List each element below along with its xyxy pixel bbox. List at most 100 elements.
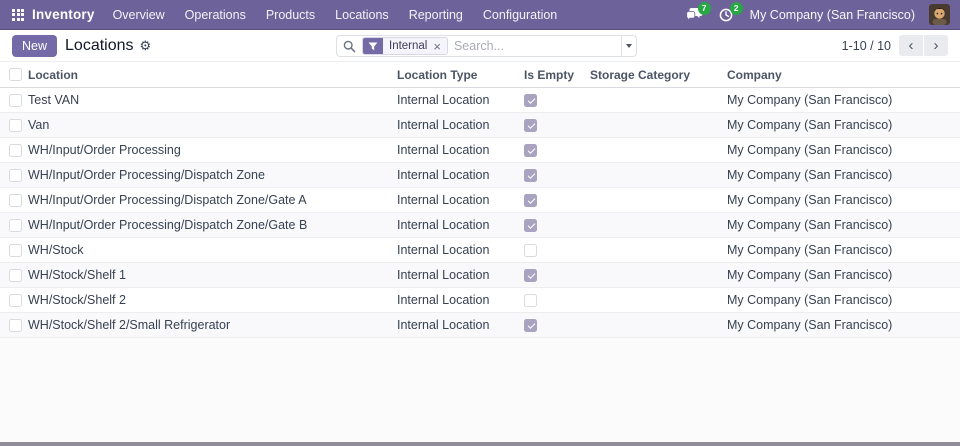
table-row[interactable]: WH/Stock/Shelf 1 Internal Location My Co… (0, 263, 960, 288)
messages-badge: 7 (698, 2, 711, 15)
table-row[interactable]: WH/Input/Order Processing Internal Locat… (0, 138, 960, 163)
company-cell: My Company (San Francisco) (727, 93, 960, 107)
pager-previous-button[interactable]: ‹ (899, 35, 923, 56)
app-name[interactable]: Inventory (32, 7, 95, 22)
location-type-cell: Internal Location (397, 168, 524, 182)
search-options-toggle[interactable] (621, 35, 637, 57)
avatar-image (929, 4, 950, 25)
is-empty-checkbox (524, 244, 537, 257)
location-cell: WH/Input/Order Processing (28, 143, 397, 157)
search-bar: Internal × (336, 35, 637, 57)
location-type-cell: Internal Location (397, 318, 524, 332)
apps-menu-icon[interactable] (12, 9, 24, 21)
location-cell: WH/Stock/Shelf 1 (28, 268, 397, 282)
row-select-checkbox[interactable] (9, 319, 22, 332)
table-row[interactable]: Van Internal Location My Company (San Fr… (0, 113, 960, 138)
row-select-checkbox[interactable] (9, 144, 22, 157)
row-select-checkbox[interactable] (9, 244, 22, 257)
filter-facet-internal[interactable]: Internal × (362, 37, 448, 55)
table-row[interactable]: Test VAN Internal Location My Company (S… (0, 88, 960, 113)
company-cell: My Company (San Francisco) (727, 268, 960, 282)
company-cell: My Company (San Francisco) (727, 243, 960, 257)
table-row[interactable]: WH/Input/Order Processing/Dispatch Zone/… (0, 188, 960, 213)
location-cell: WH/Stock (28, 243, 397, 257)
pager-next-button[interactable]: › (924, 35, 948, 56)
menu-products[interactable]: Products (266, 8, 315, 22)
location-type-cell: Internal Location (397, 243, 524, 257)
row-select-checkbox[interactable] (9, 219, 22, 232)
location-cell: WH/Input/Order Processing/Dispatch Zone (28, 168, 397, 182)
table-row[interactable]: WH/Stock/Shelf 2/Small Refrigerator Inte… (0, 313, 960, 338)
company-cell: My Company (San Francisco) (727, 118, 960, 132)
column-header-location[interactable]: Location (28, 68, 397, 82)
menu-locations[interactable]: Locations (335, 8, 389, 22)
is-empty-checkbox (524, 94, 537, 107)
is-empty-checkbox (524, 294, 537, 307)
empty-content-area (0, 338, 960, 442)
company-switcher[interactable]: My Company (San Francisco) (750, 8, 915, 22)
select-all-checkbox[interactable] (9, 68, 22, 81)
row-select-checkbox[interactable] (9, 169, 22, 182)
location-cell: Van (28, 118, 397, 132)
location-cell: WH/Stock/Shelf 2/Small Refrigerator (28, 318, 397, 332)
activities-badge: 2 (730, 2, 743, 15)
column-header-location-type[interactable]: Location Type (397, 68, 524, 82)
search-icon (343, 40, 356, 53)
breadcrumb: Locations ⚙ (65, 37, 151, 55)
location-type-cell: Internal Location (397, 268, 524, 282)
bottom-scrollbar[interactable] (0, 442, 960, 446)
location-type-cell: Internal Location (397, 93, 524, 107)
is-empty-checkbox (524, 219, 537, 232)
facet-remove-icon[interactable]: × (433, 40, 441, 53)
search-input[interactable] (454, 39, 615, 53)
row-select-checkbox[interactable] (9, 294, 22, 307)
control-panel: New Locations ⚙ Internal × (0, 30, 960, 62)
funnel-icon (363, 38, 383, 54)
page-title: Locations (65, 37, 134, 55)
table-header-row: Location Location Type Is Empty Storage … (0, 62, 960, 88)
caret-down-icon (626, 44, 632, 48)
column-header-is-empty[interactable]: Is Empty (524, 68, 590, 82)
is-empty-checkbox (524, 144, 537, 157)
locations-list: Location Location Type Is Empty Storage … (0, 62, 960, 338)
is-empty-checkbox (524, 169, 537, 182)
user-avatar[interactable] (929, 4, 950, 25)
row-select-checkbox[interactable] (9, 119, 22, 132)
row-select-checkbox[interactable] (9, 194, 22, 207)
location-cell: WH/Stock/Shelf 2 (28, 293, 397, 307)
table-row[interactable]: WH/Stock/Shelf 2 Internal Location My Co… (0, 288, 960, 313)
row-select-checkbox[interactable] (9, 94, 22, 107)
activities-button[interactable]: 2 (718, 7, 736, 23)
pager: 1-10 / 10 ‹ › (842, 35, 948, 56)
is-empty-checkbox (524, 319, 537, 332)
search-box[interactable]: Internal × (336, 35, 621, 57)
location-type-cell: Internal Location (397, 143, 524, 157)
company-cell: My Company (San Francisco) (727, 293, 960, 307)
is-empty-checkbox (524, 119, 537, 132)
location-cell: Test VAN (28, 93, 397, 107)
column-header-company[interactable]: Company (727, 68, 960, 82)
company-cell: My Company (San Francisco) (727, 318, 960, 332)
column-header-storage-category[interactable]: Storage Category (590, 68, 727, 82)
is-empty-checkbox (524, 269, 537, 282)
table-row[interactable]: WH/Input/Order Processing/Dispatch Zone … (0, 163, 960, 188)
row-select-checkbox[interactable] (9, 269, 22, 282)
menu-reporting[interactable]: Reporting (409, 8, 463, 22)
messages-button[interactable]: 7 (686, 7, 704, 23)
new-button[interactable]: New (12, 35, 57, 57)
company-cell: My Company (San Francisco) (727, 168, 960, 182)
company-cell: My Company (San Francisco) (727, 218, 960, 232)
location-cell: WH/Input/Order Processing/Dispatch Zone/… (28, 218, 397, 232)
menu-overview[interactable]: Overview (113, 8, 165, 22)
table-row[interactable]: WH/Stock Internal Location My Company (S… (0, 238, 960, 263)
menu-operations[interactable]: Operations (185, 8, 246, 22)
gear-icon[interactable]: ⚙ (140, 39, 152, 52)
facet-label: Internal (389, 40, 427, 52)
location-type-cell: Internal Location (397, 218, 524, 232)
table-row[interactable]: WH/Input/Order Processing/Dispatch Zone/… (0, 213, 960, 238)
menu-configuration[interactable]: Configuration (483, 8, 557, 22)
facet-body: Internal × (383, 38, 447, 54)
table-body: Test VAN Internal Location My Company (S… (0, 88, 960, 338)
location-type-cell: Internal Location (397, 293, 524, 307)
company-cell: My Company (San Francisco) (727, 193, 960, 207)
